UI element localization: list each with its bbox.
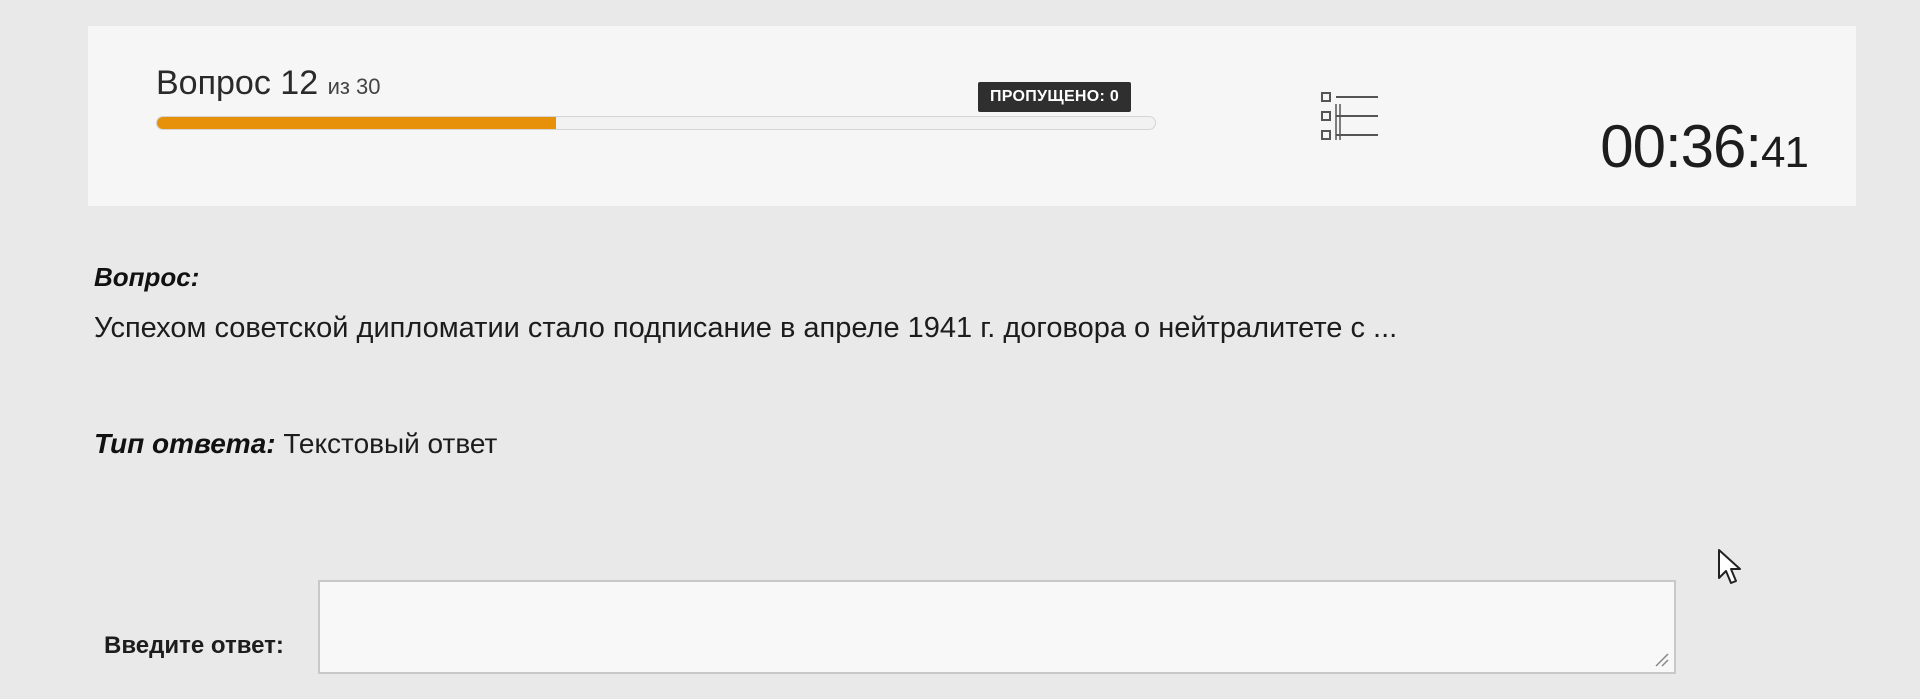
answer-input[interactable] (318, 580, 1676, 674)
resize-grip-icon[interactable] (1652, 650, 1670, 668)
question-number: 12 (280, 64, 319, 102)
question-label: Вопрос: (94, 262, 200, 292)
countdown-timer: 00:36:41 (1600, 112, 1809, 181)
progress-bar-fill (157, 117, 557, 129)
question-text: Успехом советской дипломатии стало подпи… (94, 312, 1398, 344)
skipped-count-badge: ПРОПУЩЕНО: 0 (978, 82, 1132, 112)
mouse-cursor-icon (1718, 549, 1741, 584)
progress-bar (156, 116, 1156, 130)
question-word: Вопрос (156, 64, 271, 102)
timer-seconds: 41 (1761, 128, 1809, 177)
answer-type: Тип ответа: Текстовый ответ (94, 428, 497, 460)
test-header-panel: Вопрос 12 из 30 ПРОПУЩЕНО: 0 00:36:41 (88, 26, 1856, 206)
question-counter: Вопрос 12 из 30 (156, 64, 381, 103)
timer-main: 00:36: (1600, 113, 1762, 180)
question-list-icon[interactable] (1320, 90, 1380, 146)
answer-type-value: Текстовый ответ (283, 428, 498, 459)
answer-type-label: Тип ответа: (94, 428, 276, 459)
answer-input-label: Введите ответ: (104, 632, 284, 659)
question-total: из 30 (327, 74, 381, 99)
